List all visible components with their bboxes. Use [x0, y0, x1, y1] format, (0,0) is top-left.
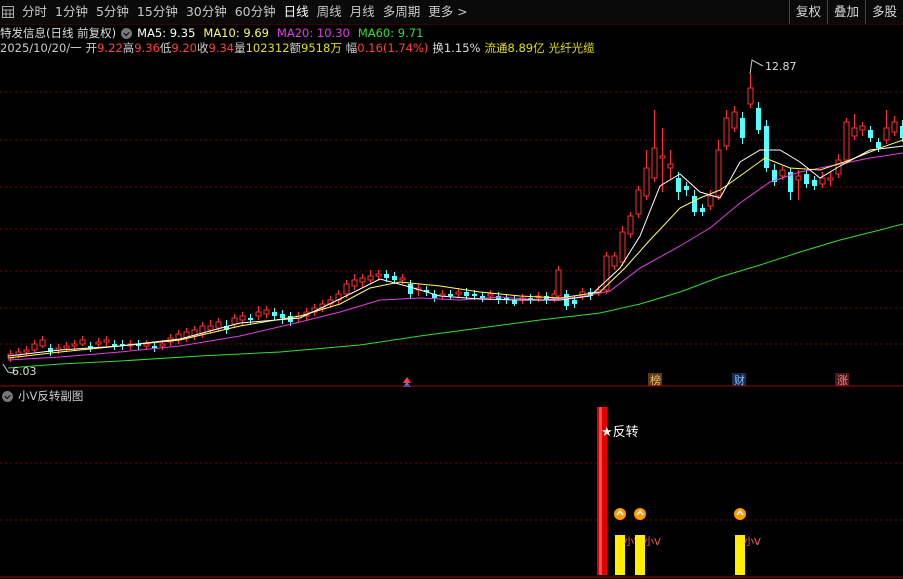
tab-minute-line[interactable]: 分时: [18, 0, 51, 24]
adjust-button[interactable]: 复权: [788, 0, 827, 24]
ma20-value: MA20: 10.30: [276, 26, 350, 40]
price-chart[interactable]: 12.87 6.03 榜 财 涨: [0, 57, 903, 387]
ma10-value: MA10: 9.69: [203, 26, 269, 40]
indicator-grid: [0, 462, 903, 521]
reversal-signal-label: ★反转: [601, 425, 639, 440]
tab-monthly[interactable]: 月线: [346, 0, 379, 24]
ma-info-bar: 特发信息(日线 前复权) MA5: 9.35 MA10: 9.69 MA20: …: [0, 25, 423, 41]
tab-1min[interactable]: 1分钟: [51, 0, 92, 24]
ma10-line: [7, 139, 903, 359]
sub-chart-header: 小V反转副图: [0, 389, 83, 403]
limit-up-badge-label: 涨: [837, 374, 848, 387]
candlestick-series: [7, 74, 903, 362]
indicator-chart[interactable]: ★反转 小V 小V 小V: [0, 403, 903, 579]
tab-5min[interactable]: 5分钟: [92, 0, 133, 24]
low-label: 低: [159, 41, 172, 55]
quote-date: 2025/10/20/一: [0, 41, 82, 55]
quote-info-bar: 2025/10/20/一 开 9.22 高 9.36 低 9.20 收 9.34 量 10…: [0, 40, 595, 56]
finance-badge-label: 财: [734, 373, 745, 387]
volume-value: 102312: [245, 41, 290, 55]
small-v-label-3: 小V: [744, 536, 761, 548]
high-label: 高: [122, 41, 135, 55]
tab-60min[interactable]: 60分钟: [231, 0, 280, 24]
period-toolbar: 分时 1分钟 5分钟 15分钟 30分钟 60分钟 日线 周线 月线 多周期 更…: [0, 0, 903, 25]
high-value: 9.36: [134, 41, 160, 55]
limit-up-badge[interactable]: 涨: [835, 373, 849, 387]
close-value: 9.34: [208, 41, 235, 55]
turnover-value: 换1.15%: [432, 41, 481, 55]
float-cap-value: 流通8.89亿: [484, 41, 545, 55]
multi-stock-button[interactable]: 多股: [864, 0, 903, 24]
ma20-line: [7, 152, 903, 361]
open-label: 开: [85, 41, 98, 55]
tab-more[interactable]: 更多 >: [424, 0, 471, 24]
stock-title: 特发信息(日线 前复权): [0, 26, 117, 40]
ma5-line: [7, 145, 903, 357]
ma60-line: [7, 223, 903, 369]
low-price-marker: 6.03: [2, 363, 37, 378]
close-label: 收: [197, 41, 209, 55]
amount-label: 额: [289, 41, 302, 55]
ma5-value: MA5: 9.35: [137, 26, 196, 40]
change-label: 幅: [345, 41, 358, 55]
low-value: 9.20: [171, 41, 197, 55]
finance-badge[interactable]: 财: [732, 373, 746, 387]
tab-30min[interactable]: 30分钟: [182, 0, 231, 24]
high-price-marker: 12.87: [749, 59, 797, 75]
ma60-value: MA60: 9.71: [357, 26, 424, 40]
small-v-label-2: 小V: [644, 536, 661, 548]
tab-15min[interactable]: 15分钟: [133, 0, 182, 24]
small-v-signal-2: 小V: [634, 508, 661, 575]
settings-dropdown-icon[interactable]: [121, 27, 133, 39]
grid-menu-icon[interactable]: [2, 6, 14, 18]
volume-label: 量: [234, 41, 246, 55]
overlay-button[interactable]: 叠加: [826, 0, 865, 24]
change-value: 0.16(1.74%): [357, 41, 429, 55]
sub-chart-title: 小V反转副图: [18, 389, 84, 403]
low-price-label: 6.03: [12, 365, 37, 378]
tab-daily[interactable]: 日线: [280, 0, 313, 24]
rank-badge[interactable]: 榜: [648, 373, 662, 387]
open-value: 9.22: [97, 41, 123, 55]
concept-tag[interactable]: 光纤光缆: [549, 40, 595, 56]
small-v-signal-3: 小V: [734, 508, 761, 575]
high-price-label: 12.87: [765, 60, 797, 73]
sub-chart-dropdown-icon[interactable]: [2, 390, 13, 402]
tab-weekly[interactable]: 周线: [313, 0, 346, 24]
tab-multi-period[interactable]: 多周期: [379, 0, 425, 24]
amount-value: 9518万: [301, 41, 342, 55]
rank-badge-label: 榜: [650, 373, 661, 387]
